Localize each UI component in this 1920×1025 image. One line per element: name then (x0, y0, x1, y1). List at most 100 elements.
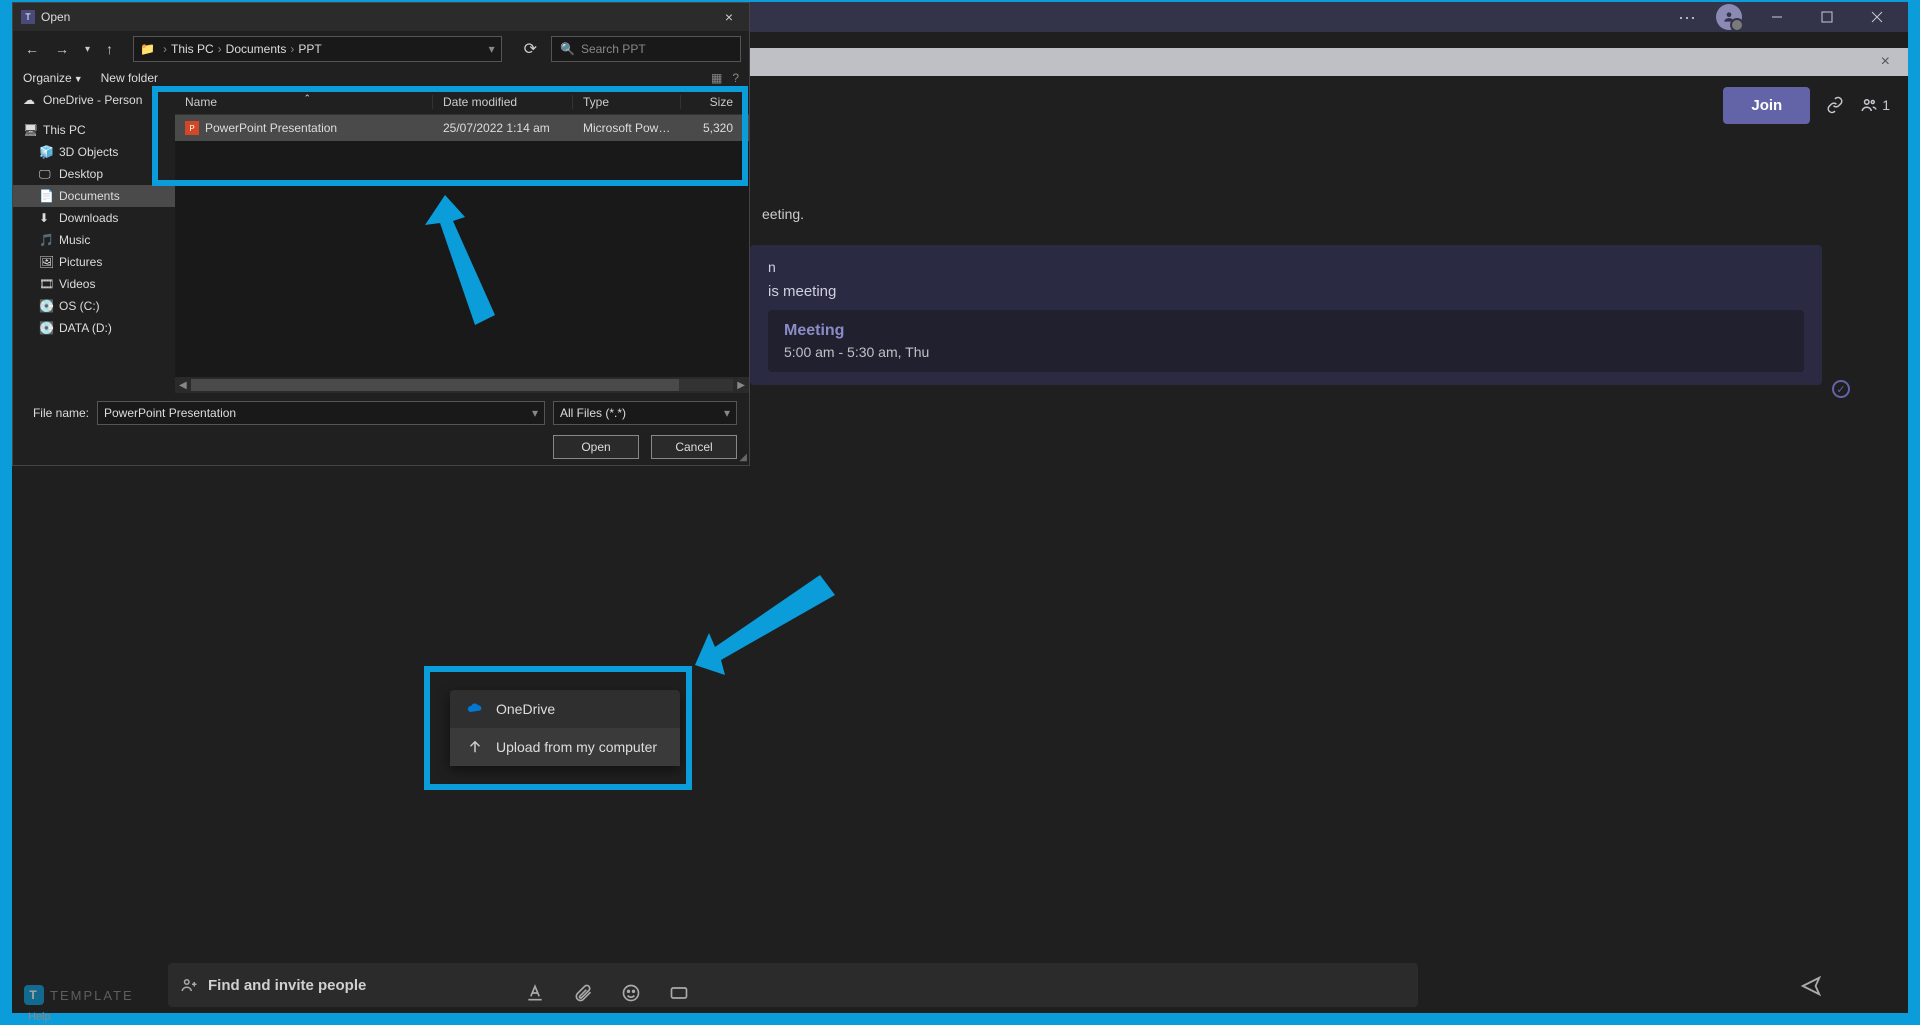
onedrive-icon (466, 700, 484, 718)
meeting-inner[interactable]: Meeting 5:00 am - 5:30 am, Thu (768, 310, 1804, 372)
attach-upload-label: Upload from my computer (496, 739, 657, 755)
organize-button[interactable]: Organize▼ (23, 71, 83, 85)
filter-dropdown-icon[interactable]: ▾ (724, 406, 730, 420)
cube-icon: 🧊 (39, 145, 53, 159)
downloads-icon: ⬇ (39, 211, 53, 225)
file-date: 25/07/2022 1:14 am (433, 121, 573, 135)
dialog-titlebar: T Open × (13, 3, 749, 31)
dialog-close-button[interactable]: × (717, 9, 741, 25)
header-name[interactable]: Name⌃ (175, 95, 433, 109)
attach-onedrive-item[interactable]: OneDrive (450, 690, 680, 728)
watermark: T TEMPLATE (24, 985, 134, 1005)
open-button[interactable]: Open (553, 435, 639, 459)
file-size: 5,320 (681, 121, 749, 135)
meeting-time: 5:00 am - 5:30 am, Thu (784, 344, 1788, 360)
dialog-nav: ← → ▾ ↑ 📁 › This PC › Documents › PPT ▾ … (13, 31, 749, 67)
upload-icon (466, 738, 484, 756)
sidebar-3dobjects[interactable]: 🧊3D Objects (13, 141, 175, 163)
address-bar[interactable]: 📁 › This PC › Documents › PPT ▾ (133, 36, 502, 62)
sidebar-onedrive[interactable]: ☁OneDrive - Person (13, 89, 175, 111)
nav-forward-button[interactable]: → (51, 41, 73, 57)
breadcrumb-dropdown-icon[interactable]: ▾ (489, 42, 495, 56)
more-options-button[interactable]: ··· (1670, 7, 1704, 28)
participants-button[interactable]: 1 (1860, 96, 1890, 114)
refresh-button[interactable]: ⟳ (518, 39, 543, 59)
format-icon[interactable] (525, 983, 545, 1003)
sidebar-desktop[interactable]: 🖵Desktop (13, 163, 175, 185)
attach-upload-item[interactable]: Upload from my computer (450, 728, 680, 766)
meeting-strip-text: eeting. (750, 196, 1908, 236)
dialog-bottom: File name: PowerPoint Presentation▾ All … (13, 393, 749, 467)
sidebar-downloads[interactable]: ⬇Downloads (13, 207, 175, 229)
resize-grip-icon[interactable]: ◢ (739, 452, 747, 463)
emoji-icon[interactable] (621, 983, 641, 1003)
meeting-title: Meeting (784, 322, 1788, 340)
sort-arrow-icon: ⌃ (304, 93, 312, 104)
minimize-button[interactable] (1754, 2, 1800, 32)
filename-input[interactable]: PowerPoint Presentation▾ (97, 401, 545, 425)
help-text: Help (28, 1011, 51, 1023)
watermark-text: TEMPLATE (50, 988, 134, 1003)
breadcrumb-ppt[interactable]: PPT (298, 42, 321, 56)
desktop-icon: 🖵 (39, 167, 53, 181)
seen-indicator-icon (1832, 380, 1850, 398)
maximize-button[interactable] (1804, 2, 1850, 32)
newfolder-button[interactable]: New folder (101, 71, 158, 85)
pictures-icon: 🖼 (39, 255, 53, 269)
banner-close-button[interactable]: × (1873, 53, 1898, 71)
attach-icon[interactable] (573, 983, 593, 1003)
nav-back-button[interactable]: ← (21, 41, 43, 57)
view-button[interactable]: ▦ (711, 71, 722, 85)
copy-link-button[interactable] (1826, 96, 1844, 114)
cloud-icon: ☁ (23, 93, 37, 107)
videos-icon: 🎞 (39, 277, 53, 291)
header-size[interactable]: Size (681, 95, 749, 109)
chat-format-icons (525, 983, 689, 1003)
drive-icon: 💽 (39, 299, 53, 313)
breadcrumb-pc[interactable]: This PC (171, 42, 214, 56)
sidebar-pictures[interactable]: 🖼Pictures (13, 251, 175, 273)
attach-onedrive-label: OneDrive (496, 701, 555, 717)
sidebar-datad[interactable]: 💽DATA (D:) (13, 317, 175, 339)
sidebar-music[interactable]: 🎵Music (13, 229, 175, 251)
search-icon: 🔍 (560, 42, 575, 56)
horizontal-scrollbar[interactable]: ◀ ▶ (175, 377, 749, 393)
meeting-card: n is meeting Meeting 5:00 am - 5:30 am, … (750, 245, 1822, 385)
header-type[interactable]: Type (573, 95, 681, 109)
close-button[interactable] (1854, 2, 1900, 32)
file-type: Microsoft PowerPo... (573, 121, 681, 135)
nav-recent-dropdown[interactable]: ▾ (81, 44, 94, 55)
participant-count: 1 (1882, 97, 1890, 113)
join-button[interactable]: Join (1723, 87, 1810, 124)
gif-icon[interactable] (669, 983, 689, 1003)
filename-dropdown-icon[interactable]: ▾ (532, 406, 538, 420)
sidebar-videos[interactable]: 🎞Videos (13, 273, 175, 295)
teams-app-icon: T (21, 10, 35, 24)
drive-icon: 💽 (39, 321, 53, 335)
search-input[interactable]: 🔍 Search PPT (551, 36, 741, 62)
file-headers: Name⌃ Date modified Type Size (175, 89, 749, 115)
folder-icon: 📁 (140, 42, 155, 56)
file-row[interactable]: P PowerPoint Presentation 25/07/2022 1:14… (175, 115, 749, 141)
help-button[interactable]: ? (732, 71, 739, 85)
filetype-filter[interactable]: All Files (*.*)▾ (553, 401, 737, 425)
powerpoint-icon: P (185, 121, 199, 135)
dialog-title: Open (41, 10, 70, 24)
meeting-card-line2: is meeting (768, 283, 1804, 300)
file-name: PowerPoint Presentation (205, 121, 337, 135)
sidebar-thispc[interactable]: 🖥This PC (13, 119, 175, 141)
nav-up-button[interactable]: ↑ (102, 41, 117, 57)
dialog-sidebar: ☁OneDrive - Person 🖥This PC 🧊3D Objects … (13, 89, 175, 393)
profile-avatar[interactable] (1716, 4, 1742, 30)
chat-input[interactable]: Find and invite people (168, 963, 1418, 1007)
watermark-icon: T (24, 985, 44, 1005)
pc-icon: 🖥 (23, 123, 37, 137)
sidebar-osc[interactable]: 💽OS (C:) (13, 295, 175, 317)
attachment-menu: OneDrive Upload from my computer (450, 690, 680, 766)
sidebar-documents[interactable]: 📄Documents (13, 185, 175, 207)
cancel-button[interactable]: Cancel (651, 435, 737, 459)
send-icon[interactable] (1800, 975, 1822, 997)
header-date[interactable]: Date modified (433, 95, 573, 109)
breadcrumb-docs[interactable]: Documents (226, 42, 287, 56)
chat-placeholder: Find and invite people (208, 977, 1406, 994)
